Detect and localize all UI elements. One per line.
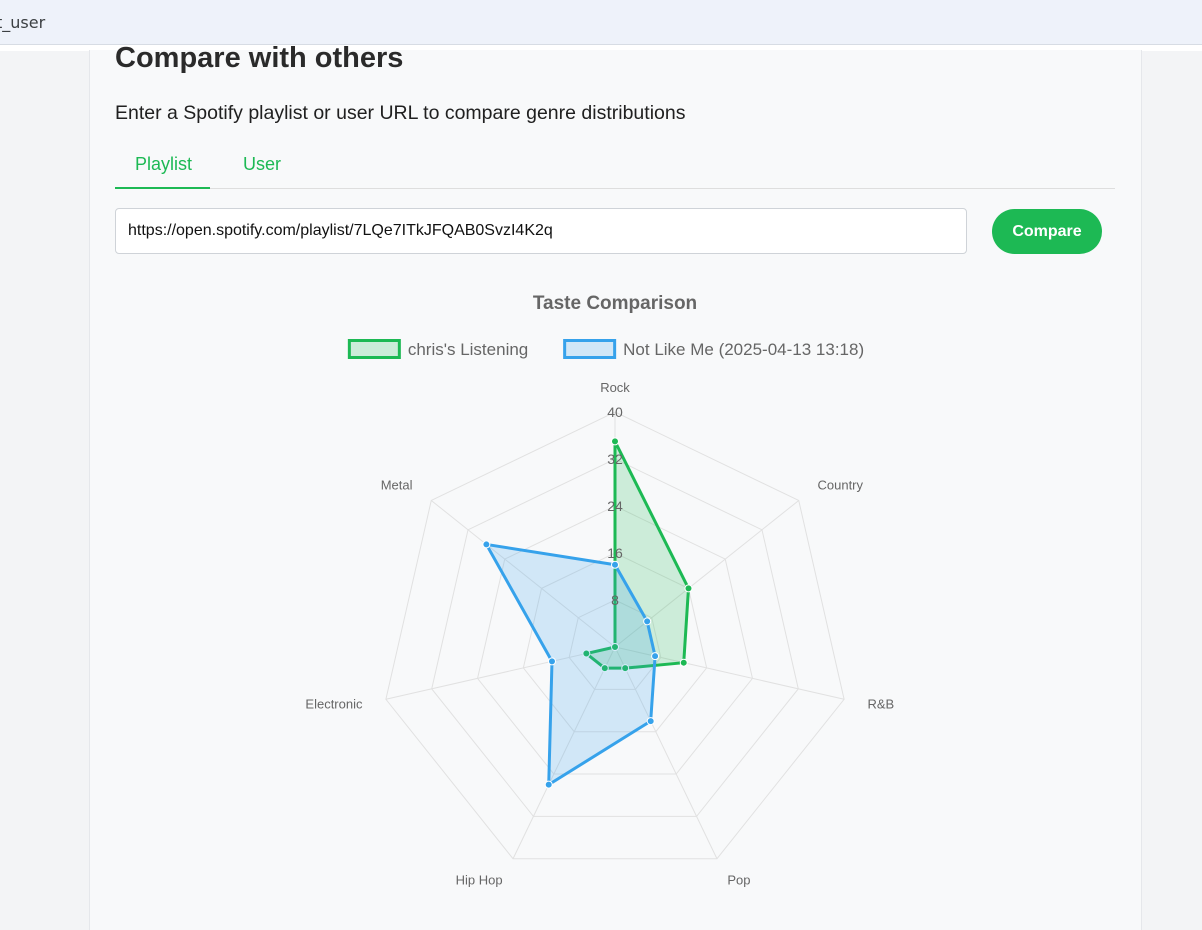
- category-label: Hip Hop: [456, 872, 503, 887]
- series-1-point-3: [646, 717, 655, 726]
- series-1-point-1: [643, 617, 652, 626]
- series-0-point-1: [684, 584, 693, 593]
- series-1-point-2: [651, 652, 660, 661]
- category-label: Rock: [600, 380, 630, 395]
- series-1-point-5: [547, 657, 556, 666]
- radial-tick-label: 8: [611, 592, 619, 608]
- chart-title: Taste Comparison: [533, 293, 697, 314]
- radial-tick-label: 24: [607, 498, 623, 514]
- category-label: Pop: [727, 872, 750, 887]
- radial-tick-label: 40: [607, 404, 623, 420]
- category-label: R&B: [868, 697, 895, 712]
- legend-label-1: Not Like Me (2025-04-13 13:18): [623, 340, 864, 359]
- category-label: Metal: [381, 478, 413, 493]
- series-1-point-6: [482, 540, 491, 549]
- taste-comparison-chart: Taste Comparison chris's Listening Not Lik…: [305, 293, 895, 887]
- legend-label-0: chris's Listening: [408, 340, 528, 359]
- radial-tick-label: 16: [607, 545, 623, 561]
- legend-swatch-1: [563, 339, 617, 359]
- series-1-point-0: [611, 560, 619, 569]
- radial-tick-label: 32: [607, 451, 623, 467]
- series-0-point-2: [679, 658, 688, 667]
- series-1-point-4: [544, 780, 553, 789]
- series-0-point-0: [611, 437, 619, 446]
- legend-swatch-0: [347, 339, 401, 359]
- category-label: Electronic: [305, 697, 363, 712]
- category-label: Country: [817, 478, 863, 493]
